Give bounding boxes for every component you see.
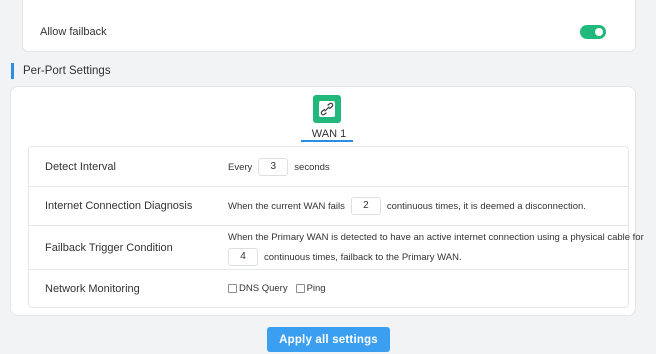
diagnosis-prefix: When the current WAN fails [228, 200, 345, 212]
link-icon [320, 102, 334, 116]
allow-failback-toggle[interactable] [580, 25, 606, 39]
toggle-knob [595, 28, 603, 36]
row-network-monitoring: Network Monitoring DNS Query Ping [29, 269, 628, 307]
section-title: Per-Port Settings [23, 65, 111, 77]
tab-wan1[interactable]: WAN 1 [291, 95, 353, 143]
network-monitoring-label: Network Monitoring [45, 283, 140, 295]
tab-wan1-label: WAN 1 [311, 128, 347, 140]
row-failback-trigger: Failback Trigger Condition When the Prim… [29, 225, 644, 270]
failback-suffix: continuous times, failback to the Primar… [264, 251, 462, 263]
failback-trigger-label: Failback Trigger Condition [45, 242, 173, 254]
failback-line1-text: When the Primary WAN is detected to have… [228, 232, 644, 243]
diagnosis-suffix: continuous times, it is deemed a disconn… [386, 200, 586, 212]
dns-query-label: DNS Query [239, 283, 288, 294]
settings-table: Detect Interval Every seconds Internet C… [28, 146, 644, 308]
ping-checkbox[interactable] [295, 284, 305, 293]
internet-diagnosis-content: When the current WAN fails continuous ti… [228, 197, 586, 215]
failback-card: Allow failback [22, 0, 636, 52]
wan-port-icon [313, 95, 341, 123]
section-header: Per-Port Settings [11, 63, 111, 79]
detect-interval-label: Detect Interval [45, 161, 116, 173]
detect-prefix: Every [228, 161, 253, 173]
detect-interval-input[interactable] [258, 158, 289, 176]
failback-times-input[interactable] [228, 248, 258, 266]
allow-failback-label: Allow failback [40, 26, 107, 38]
row-detect-interval: Detect Interval Every seconds [29, 147, 628, 187]
failback-trigger-line1: When the Primary WAN is detected to have… [228, 232, 644, 243]
apply-all-settings-button[interactable]: Apply all settings [267, 327, 390, 352]
ping-label: Ping [306, 283, 326, 294]
tab-active-indicator [301, 140, 353, 142]
diagnosis-times-input[interactable] [350, 197, 381, 215]
detect-suffix: seconds [294, 161, 330, 173]
detect-interval-content: Every seconds [228, 158, 330, 176]
failback-trigger-line2: continuous times, failback to the Primar… [222, 248, 462, 266]
network-monitoring-options: DNS Query Ping [228, 283, 334, 294]
ping-option[interactable]: Ping [295, 283, 326, 294]
section-accent-bar [11, 63, 14, 79]
row-internet-diagnosis: Internet Connection Diagnosis When the c… [29, 186, 628, 226]
dns-query-option[interactable]: DNS Query [228, 283, 288, 294]
internet-diagnosis-label: Internet Connection Diagnosis [45, 200, 193, 212]
dns-query-checkbox[interactable] [228, 284, 237, 293]
